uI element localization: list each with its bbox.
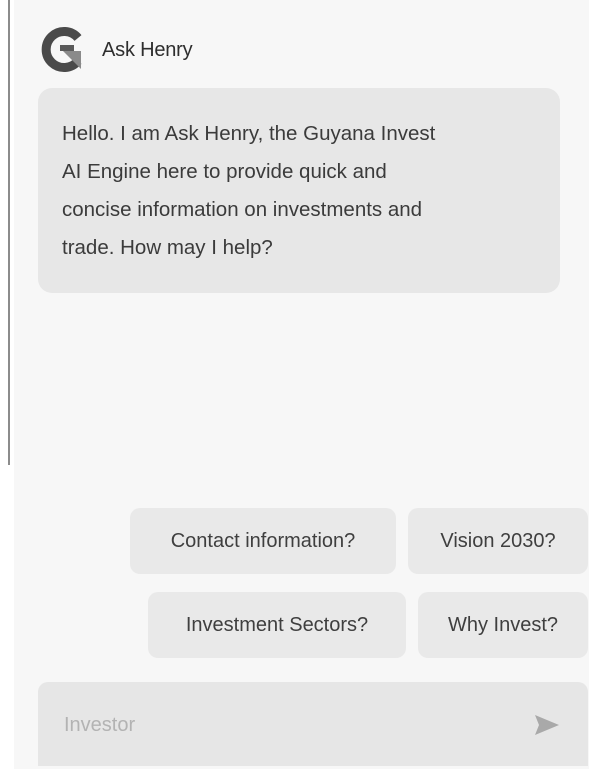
send-button[interactable] <box>530 708 564 742</box>
message-line: Hello. I am Ask Henry, the Guyana Invest <box>62 122 436 145</box>
message-composer <box>38 682 588 766</box>
chat-header: Ask Henry <box>38 24 193 76</box>
message-line: trade. How may I help? <box>62 236 273 259</box>
send-arrow-icon <box>535 715 559 735</box>
suggestion-contact-information[interactable]: Contact information? <box>130 508 396 574</box>
message-line: AI Engine here to provide quick and <box>62 160 387 183</box>
message-line: concise information on investments and <box>62 198 423 221</box>
guyana-invest-logo-icon <box>41 27 82 72</box>
suggestion-vision-2030[interactable]: Vision 2030? <box>408 508 588 574</box>
bot-name: Ask Henry <box>102 38 193 61</box>
suggestion-investment-sectors[interactable]: Investment Sectors? <box>148 592 406 658</box>
message-input[interactable] <box>62 702 496 748</box>
suggestion-why-invest[interactable]: Why Invest? <box>418 592 588 658</box>
left-divider <box>8 0 10 465</box>
bot-message-bubble: Hello. I am Ask Henry, the Guyana Invest… <box>38 88 560 293</box>
